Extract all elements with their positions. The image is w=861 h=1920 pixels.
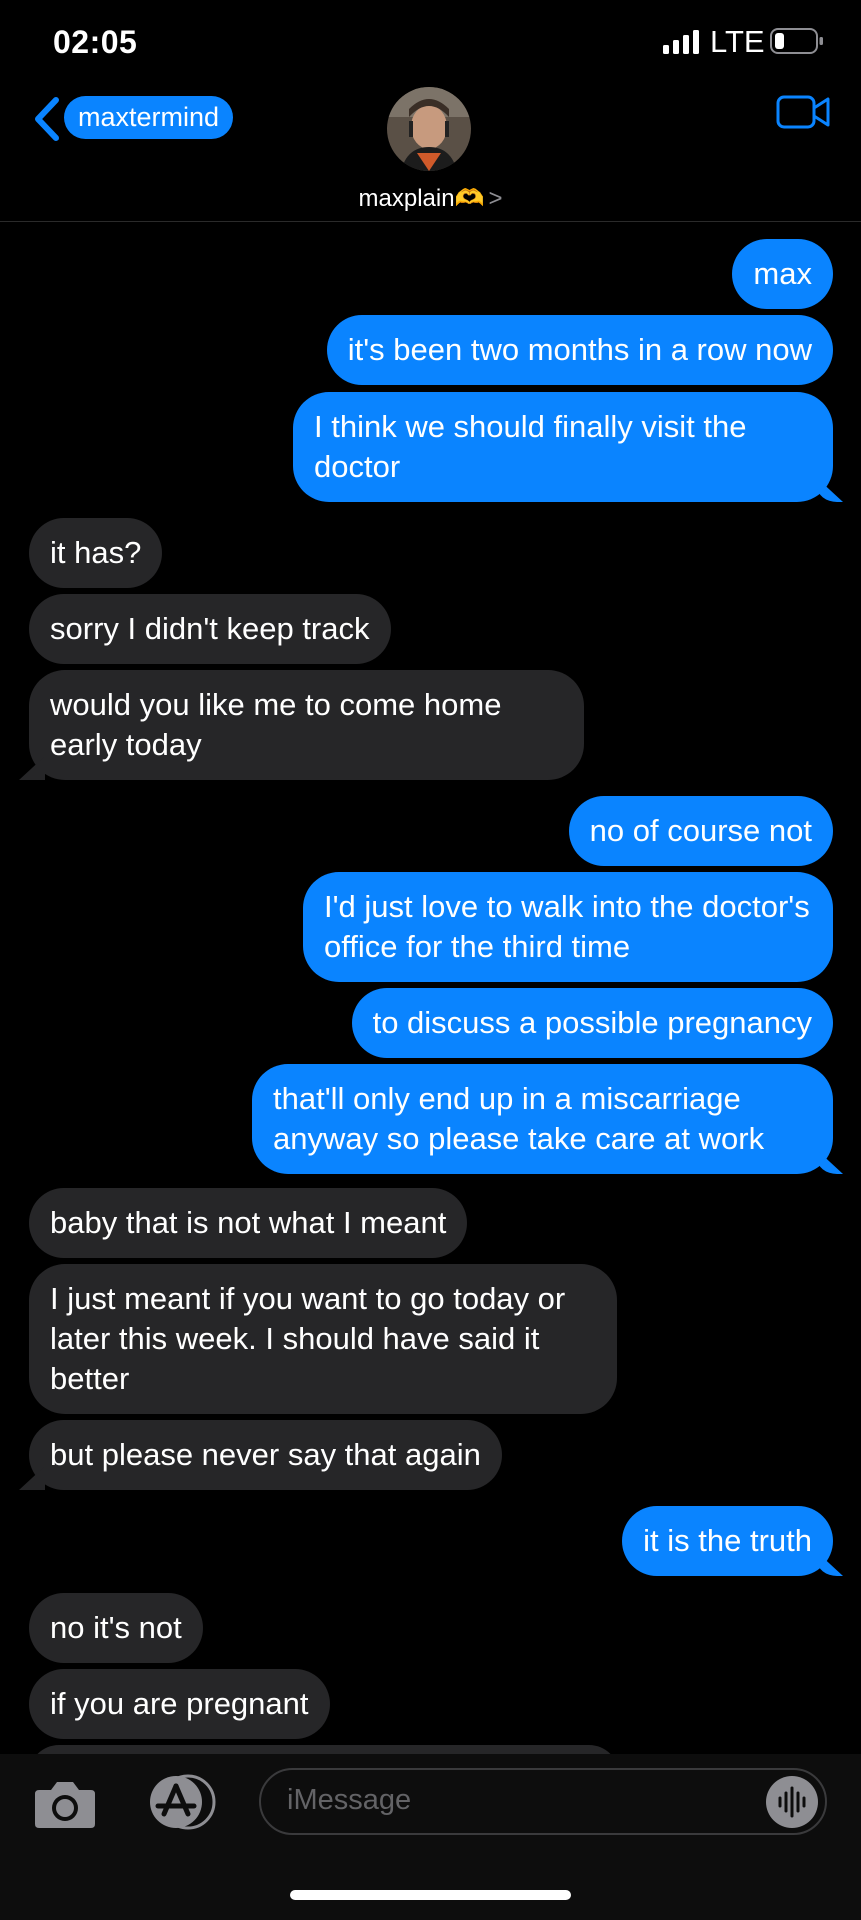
battery-icon: [770, 28, 823, 54]
network-type: LTE: [710, 24, 765, 59]
avatar-photo: [387, 87, 471, 171]
waveform-icon: [778, 1786, 806, 1818]
audio-message-button[interactable]: [766, 1776, 818, 1828]
status-bar: 02:05 LTE: [0, 0, 861, 80]
message-bubble-received[interactable]: no it's not: [29, 1593, 203, 1663]
message-bubble-received[interactable]: [29, 1745, 619, 1754]
facetime-video-icon[interactable]: [776, 94, 830, 130]
message-thread[interactable]: max it's been two months in a row now I …: [0, 222, 861, 1754]
message-bubble-sent[interactable]: max: [732, 239, 833, 309]
message-bubble-sent[interactable]: to discuss a possible pregnancy: [351, 988, 833, 1058]
contact-name[interactable]: maxplain🫶 >: [0, 184, 861, 213]
status-time: 02:05: [53, 24, 138, 60]
imessage-placeholder[interactable]: iMessage: [287, 1784, 411, 1817]
message-bubble-received[interactable]: would you like me to come home early tod…: [29, 670, 584, 780]
chevron-right-icon[interactable]: >: [488, 185, 502, 212]
back-chevron-icon[interactable]: [30, 96, 66, 142]
app-store-icon[interactable]: [142, 1774, 218, 1830]
home-indicator[interactable]: [290, 1890, 571, 1900]
contact-avatar[interactable]: [387, 87, 471, 171]
back-button[interactable]: maxtermind: [64, 96, 234, 139]
message-bubble-received[interactable]: I just meant if you want to go today or …: [29, 1264, 617, 1414]
imessage-input[interactable]: iMessage: [259, 1768, 827, 1835]
message-bubble-received[interactable]: sorry I didn't keep track: [29, 594, 391, 664]
message-bubble-received[interactable]: but please never say that again: [29, 1420, 502, 1490]
cellular-signal-icon: [663, 30, 699, 54]
contact-name-text[interactable]: maxplain🫶: [359, 185, 485, 212]
message-bubble-sent[interactable]: that'll only end up in a miscarriage any…: [252, 1064, 833, 1174]
message-bubble-sent[interactable]: I'd just love to walk into the doctor's …: [303, 872, 833, 982]
camera-icon[interactable]: [33, 1776, 97, 1830]
message-bubble-received[interactable]: it has?: [29, 518, 163, 588]
message-bubble-received[interactable]: if you are pregnant: [29, 1669, 330, 1739]
message-bubble-sent[interactable]: it's been two months in a row now: [326, 315, 833, 385]
message-bubble-sent[interactable]: it is the truth: [622, 1506, 833, 1576]
message-bubble-sent[interactable]: I think we should finally visit the doct…: [293, 392, 833, 502]
message-bubble-sent[interactable]: no of course not: [568, 796, 833, 866]
message-bubble-received[interactable]: baby that is not what I meant: [29, 1188, 468, 1258]
